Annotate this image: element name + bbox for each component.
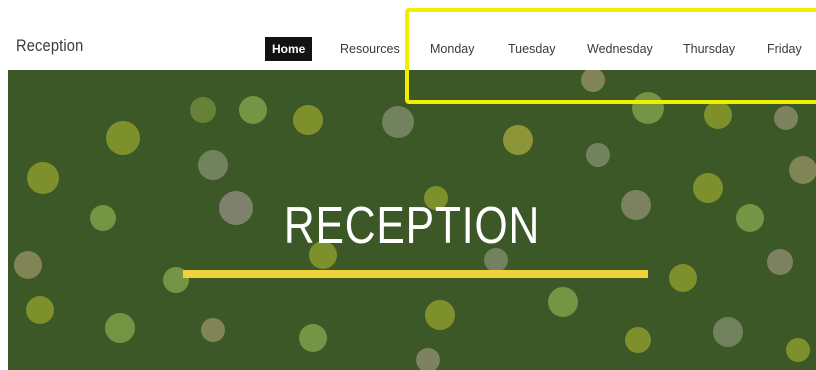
- nav-item-thursday[interactable]: Thursday: [683, 37, 735, 61]
- nav-item-monday[interactable]: Monday: [430, 37, 474, 61]
- nav-item-tuesday[interactable]: Tuesday: [508, 37, 555, 61]
- site-title[interactable]: Reception: [16, 36, 83, 56]
- nav-item-home[interactable]: Home: [265, 37, 313, 61]
- hero-title-underline: [183, 270, 648, 278]
- nav-item-friday[interactable]: Friday: [767, 37, 802, 61]
- nav-item-resources[interactable]: Resources: [340, 37, 400, 61]
- hero-title: RECEPTION: [283, 197, 541, 255]
- top-navigation-bar: Reception Home Resources Monday Tuesday …: [0, 0, 816, 70]
- hero-banner: RECEPTION: [8, 70, 816, 370]
- nav-item-wednesday[interactable]: Wednesday: [587, 37, 653, 61]
